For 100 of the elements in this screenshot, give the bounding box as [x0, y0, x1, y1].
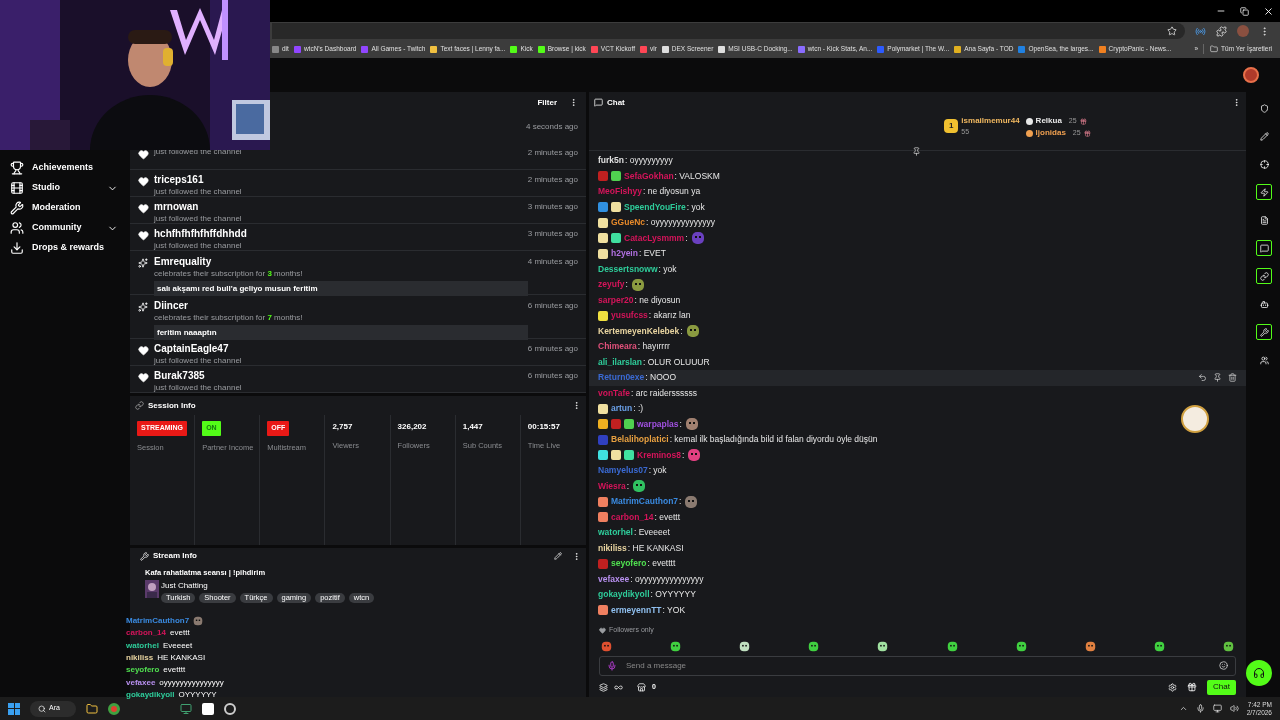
- activity-description: just followed the channel: [154, 355, 242, 366]
- chat-text: :: [679, 495, 682, 509]
- star-icon[interactable]: [1167, 26, 1177, 36]
- chat-icon[interactable]: [1259, 243, 1269, 253]
- more-icon[interactable]: [572, 551, 581, 561]
- heart-icon: [138, 149, 149, 160]
- sidebar-item[interactable]: Studio: [0, 178, 128, 198]
- chat-text: : oyyyyyyyyyyyyyyy: [630, 572, 704, 586]
- emblem-icon: [1181, 405, 1209, 433]
- filter-button[interactable]: Filter: [537, 96, 557, 109]
- chat-icon: [594, 98, 603, 107]
- chat-username: ali_ilarslan: [598, 355, 642, 369]
- chat-username: SpeendYouFire: [624, 200, 686, 214]
- chat-text: HE KANKASI: [157, 652, 206, 665]
- more-icon[interactable]: [1232, 98, 1241, 107]
- emoji-icon[interactable]: [1219, 660, 1228, 670]
- activity-description: just followed the channel: [154, 186, 242, 197]
- restore-icon[interactable]: [1240, 6, 1249, 16]
- users-icon[interactable]: [1259, 355, 1269, 365]
- more-icon[interactable]: [572, 401, 581, 410]
- chat-username: vefaxee: [598, 572, 630, 586]
- edit-icon[interactable]: [554, 552, 562, 560]
- chat-text: : EVET: [638, 247, 666, 261]
- sub-message: salı akşamı red bull'a geliyo musun feritim: [154, 281, 528, 296]
- panel-title: Stream Info: [153, 550, 197, 562]
- chat-send-button[interactable]: Chat: [1207, 679, 1236, 695]
- chevron-icon[interactable]: [1178, 704, 1188, 713]
- more-icon[interactable]: [569, 98, 578, 107]
- link-icon[interactable]: [1259, 271, 1269, 281]
- chat-text: : HE KANKASI: [627, 541, 684, 555]
- sidebar-item[interactable]: Moderation: [0, 198, 128, 218]
- wrench-icon[interactable]: [1259, 327, 1269, 337]
- chat-text: Eveeeet: [162, 639, 193, 652]
- volume-icon[interactable]: [1229, 704, 1239, 713]
- username: mrnowan: [154, 200, 199, 213]
- folder-icon[interactable]: [86, 702, 98, 715]
- stat-value: 326,202: [397, 421, 427, 433]
- sidebar-item[interactable]: Drops & rewards: [0, 238, 128, 258]
- chat-username: warpaplas: [637, 417, 679, 431]
- trash-icon[interactable]: [1228, 373, 1237, 383]
- stat-value: 00:15:57: [527, 421, 560, 433]
- timestamp: 3 minutes ago: [527, 201, 578, 213]
- display-icon[interactable]: [1212, 704, 1222, 713]
- chat-username: Kreminos8: [637, 448, 681, 462]
- chat-username: seyofero: [611, 557, 647, 571]
- chat-text: : VALOSKM: [674, 169, 720, 183]
- chat-text: : OYYYYYY: [650, 588, 696, 602]
- chat-username: nikiliss: [598, 541, 627, 555]
- chat-text: :: [625, 278, 628, 292]
- document-icon[interactable]: [1259, 215, 1269, 225]
- chat-username: Namyelus07: [598, 464, 648, 478]
- chat-username: watorhel: [126, 639, 159, 652]
- chat-username: MatrimCauthon7: [611, 495, 679, 509]
- chat-text: : oyyyyyyyyyyyyyy: [646, 216, 715, 230]
- mic-icon[interactable]: [1195, 704, 1205, 713]
- heart-icon: [138, 176, 149, 187]
- pin-icon[interactable]: [1213, 373, 1222, 383]
- sidebar-item[interactable]: Community: [0, 218, 128, 238]
- extensions-icon[interactable]: [1216, 25, 1227, 37]
- settings-icon[interactable]: [1168, 682, 1178, 692]
- heart-icon: [138, 372, 149, 383]
- crosshair-icon[interactable]: [1259, 159, 1269, 169]
- chat-username: h2yein: [611, 247, 638, 261]
- cast-icon[interactable]: [1195, 25, 1206, 37]
- username: triceps161: [154, 173, 204, 186]
- chat-text: : YOK: [662, 603, 686, 617]
- sparkle-icon: [138, 258, 148, 268]
- gifter-name: Relkua: [1035, 115, 1062, 127]
- chat-username: Belalihoplatici: [611, 433, 669, 447]
- username: Emrequality: [154, 255, 212, 268]
- timestamp: 3 minutes ago: [527, 228, 578, 240]
- robot-icon[interactable]: [1259, 299, 1269, 309]
- chat-text: : yok: [686, 200, 705, 214]
- undo-icon[interactable]: [1198, 373, 1207, 383]
- users-icon: [10, 221, 24, 235]
- chat-username: seyofero: [126, 664, 160, 677]
- close-icon[interactable]: [1263, 5, 1274, 17]
- sidebar-item[interactable]: Achievements: [0, 158, 128, 178]
- activity-description: just followed the channel: [154, 213, 242, 224]
- pencil-icon[interactable]: [1259, 131, 1269, 141]
- sparkle-icon: [138, 302, 148, 312]
- shield-icon[interactable]: [1259, 103, 1269, 113]
- app-icon[interactable]: [202, 702, 214, 715]
- app-icon[interactable]: [224, 702, 236, 715]
- message-input[interactable]: Send a message: [599, 655, 1236, 676]
- category-name[interactable]: Just Chatting: [161, 580, 375, 593]
- chat-username: furk5n: [598, 154, 624, 168]
- browser-icon[interactable]: [108, 702, 120, 715]
- lightning-icon[interactable]: [1259, 187, 1269, 197]
- chat-username: Wiesra: [598, 479, 626, 493]
- start-icon[interactable]: [8, 702, 20, 715]
- link-icon: [135, 401, 144, 410]
- chat-username: vonTafe: [598, 386, 630, 400]
- logo-icon[interactable]: [1243, 67, 1259, 83]
- support-button[interactable]: [1246, 660, 1272, 686]
- mic-icon[interactable]: [607, 660, 617, 671]
- chat-text: :: [679, 417, 682, 431]
- gift-icon[interactable]: [1187, 682, 1198, 692]
- pin-icon[interactable]: [912, 147, 921, 156]
- activity-description: celebrates their subscription for 3 months!: [154, 268, 303, 279]
